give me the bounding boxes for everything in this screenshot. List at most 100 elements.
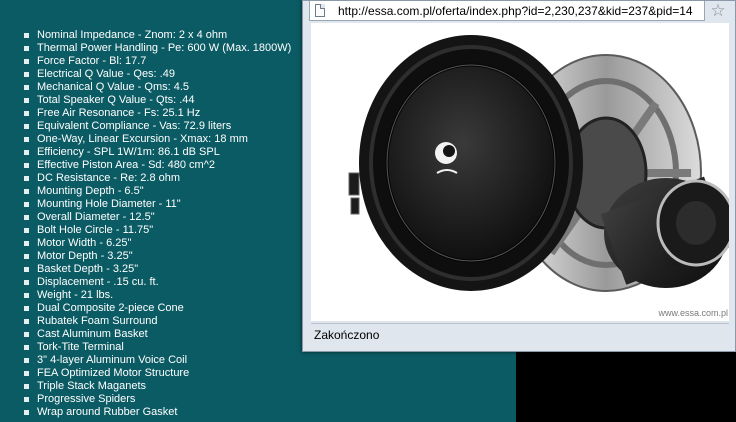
spec-text: Total Speaker Q Value - Qts: .44: [37, 94, 195, 106]
spec-item: Motor Depth - 3.25": [24, 250, 291, 263]
url-text[interactable]: http://essa.com.pl/oferta/index.php?id=2…: [338, 4, 702, 18]
status-text: Zakończono: [314, 328, 380, 342]
spec-item: FEA Optimized Motor Structure: [24, 367, 291, 380]
star-icon[interactable]: ☆: [707, 1, 729, 21]
bullet-icon: [24, 332, 29, 337]
spec-item: Basket Depth - 3.25": [24, 263, 291, 276]
spec-text: Bolt Hole Circle - 11.75": [37, 224, 154, 236]
spec-text: Efficiency - SPL 1W/1m: 86.1 dB SPL: [37, 146, 220, 158]
bullet-icon: [24, 33, 29, 38]
spec-item: 3" 4-layer Aluminum Voice Coil: [24, 354, 291, 367]
bullet-icon: [24, 241, 29, 246]
spec-text: Thermal Power Handling - Pe: 600 W (Max.…: [37, 42, 292, 54]
spec-text: Free Air Resonance - Fs: 25.1 Hz: [37, 107, 201, 119]
spec-item: Dual Composite 2-piece Cone: [24, 302, 291, 315]
spec-text: Progressive Spiders: [37, 393, 136, 405]
spec-item: Free Air Resonance - Fs: 25.1 Hz: [24, 107, 291, 120]
bullet-icon: [24, 59, 29, 64]
bullet-icon: [24, 306, 29, 311]
bullet-icon: [24, 137, 29, 142]
bullet-icon: [24, 267, 29, 272]
spec-item: Mechanical Q Value - Qms: 4.5: [24, 81, 291, 94]
subwoofer-image: [348, 35, 729, 292]
spec-text: Mechanical Q Value - Qms: 4.5: [37, 81, 190, 93]
bullet-icon: [24, 371, 29, 376]
product-image-area: www.essa.com.pl: [311, 23, 729, 321]
bullet-icon: [24, 319, 29, 324]
spec-item: Weight - 21 lbs.: [24, 289, 291, 302]
bullet-icon: [24, 397, 29, 402]
spec-item: Total Speaker Q Value - Qts: .44: [24, 94, 291, 107]
image-popup-window: http://essa.com.pl/oferta/index.php?id=2…: [302, 0, 736, 352]
spec-text: Wrap around Rubber Gasket: [37, 406, 178, 418]
spec-text: Nominal Impedance - Znom: 2 x 4 ohm: [37, 29, 228, 41]
spec-list: Nominal Impedance - Znom: 2 x 4 ohm Ther…: [24, 29, 291, 419]
spec-item: Effective Piston Area - Sd: 480 cm^2: [24, 159, 291, 172]
bullet-icon: [24, 46, 29, 51]
spec-text: DC Resistance - Re: 2.8 ohm: [37, 172, 181, 184]
bullet-icon: [24, 176, 29, 181]
address-bar-row: http://essa.com.pl/oferta/index.php?id=2…: [309, 1, 729, 23]
spec-text: FEA Optimized Motor Structure: [37, 367, 190, 379]
spec-text: Overall Diameter - 12.5": [37, 211, 155, 223]
spec-item: Nominal Impedance - Znom: 2 x 4 ohm: [24, 29, 291, 42]
spec-text: Effective Piston Area - Sd: 480 cm^2: [37, 159, 215, 171]
bullet-icon: [24, 293, 29, 298]
spec-text: Displacement - .15 cu. ft.: [37, 276, 159, 288]
spec-text: Weight - 21 lbs.: [37, 289, 114, 301]
status-bar: Zakończono: [311, 323, 729, 345]
spec-text: One-Way, Linear Excursion - Xmax: 18 mm: [37, 133, 248, 145]
bullet-icon: [24, 410, 29, 415]
bullet-icon: [24, 215, 29, 220]
spec-text: Force Factor - Bl: 17.7: [37, 55, 147, 67]
spec-text: Tork-Tite Terminal: [37, 341, 124, 353]
spec-item: Wrap around Rubber Gasket: [24, 406, 291, 419]
spec-text: Electrical Q Value - Qes: .49: [37, 68, 175, 80]
spec-text: Equivalent Compliance - Vas: 72.9 liters: [37, 120, 232, 132]
bullet-icon: [24, 72, 29, 77]
spec-item: Displacement - .15 cu. ft.: [24, 276, 291, 289]
spec-item: Triple Stack Maganets: [24, 380, 291, 393]
bullet-icon: [24, 228, 29, 233]
front-woofer: [359, 35, 583, 291]
spec-item: Mounting Depth - 6.5": [24, 185, 291, 198]
bullet-icon: [24, 345, 29, 350]
spec-item: Motor Width - 6.25": [24, 237, 291, 250]
spec-item: Efficiency - SPL 1W/1m: 86.1 dB SPL: [24, 146, 291, 159]
bullet-icon: [24, 202, 29, 207]
watermark: www.essa.com.pl: [658, 308, 728, 318]
bullet-icon: [24, 254, 29, 259]
spec-item: Progressive Spiders: [24, 393, 291, 406]
spec-text: Rubatek Foam Surround: [37, 315, 158, 327]
spec-item: Thermal Power Handling - Pe: 600 W (Max.…: [24, 42, 291, 55]
bullet-icon: [24, 358, 29, 363]
spec-text: Mounting Depth - 6.5": [37, 185, 144, 197]
spec-item: Electrical Q Value - Qes: .49: [24, 68, 291, 81]
spec-item: Bolt Hole Circle - 11.75": [24, 224, 291, 237]
spec-text: Motor Depth - 3.25": [37, 250, 133, 262]
spec-item: Cast Aluminum Basket: [24, 328, 291, 341]
spec-item: Equivalent Compliance - Vas: 72.9 liters: [24, 120, 291, 133]
spec-text: Triple Stack Maganets: [37, 380, 147, 392]
spec-text: Mounting Hole Diameter - 11": [37, 198, 181, 210]
bullet-icon: [24, 150, 29, 155]
spec-text: Cast Aluminum Basket: [37, 328, 148, 340]
spec-item: DC Resistance - Re: 2.8 ohm: [24, 172, 291, 185]
bullet-icon: [24, 124, 29, 129]
spec-text: 3" 4-layer Aluminum Voice Coil: [37, 354, 188, 366]
page-icon: [315, 4, 325, 17]
spec-item: One-Way, Linear Excursion - Xmax: 18 mm: [24, 133, 291, 146]
spec-item: Tork-Tite Terminal: [24, 341, 291, 354]
bullet-icon: [24, 163, 29, 168]
bullet-icon: [24, 384, 29, 389]
bullet-icon: [24, 98, 29, 103]
bullet-icon: [24, 85, 29, 90]
spec-item: Rubatek Foam Surround: [24, 315, 291, 328]
spec-item: Mounting Hole Diameter - 11": [24, 198, 291, 211]
bullet-icon: [24, 111, 29, 116]
bullet-icon: [24, 189, 29, 194]
address-bar[interactable]: http://essa.com.pl/oferta/index.php?id=2…: [309, 1, 705, 21]
spec-item: Overall Diameter - 12.5": [24, 211, 291, 224]
spec-text: Motor Width - 6.25": [37, 237, 132, 249]
spec-item: Force Factor - Bl: 17.7: [24, 55, 291, 68]
